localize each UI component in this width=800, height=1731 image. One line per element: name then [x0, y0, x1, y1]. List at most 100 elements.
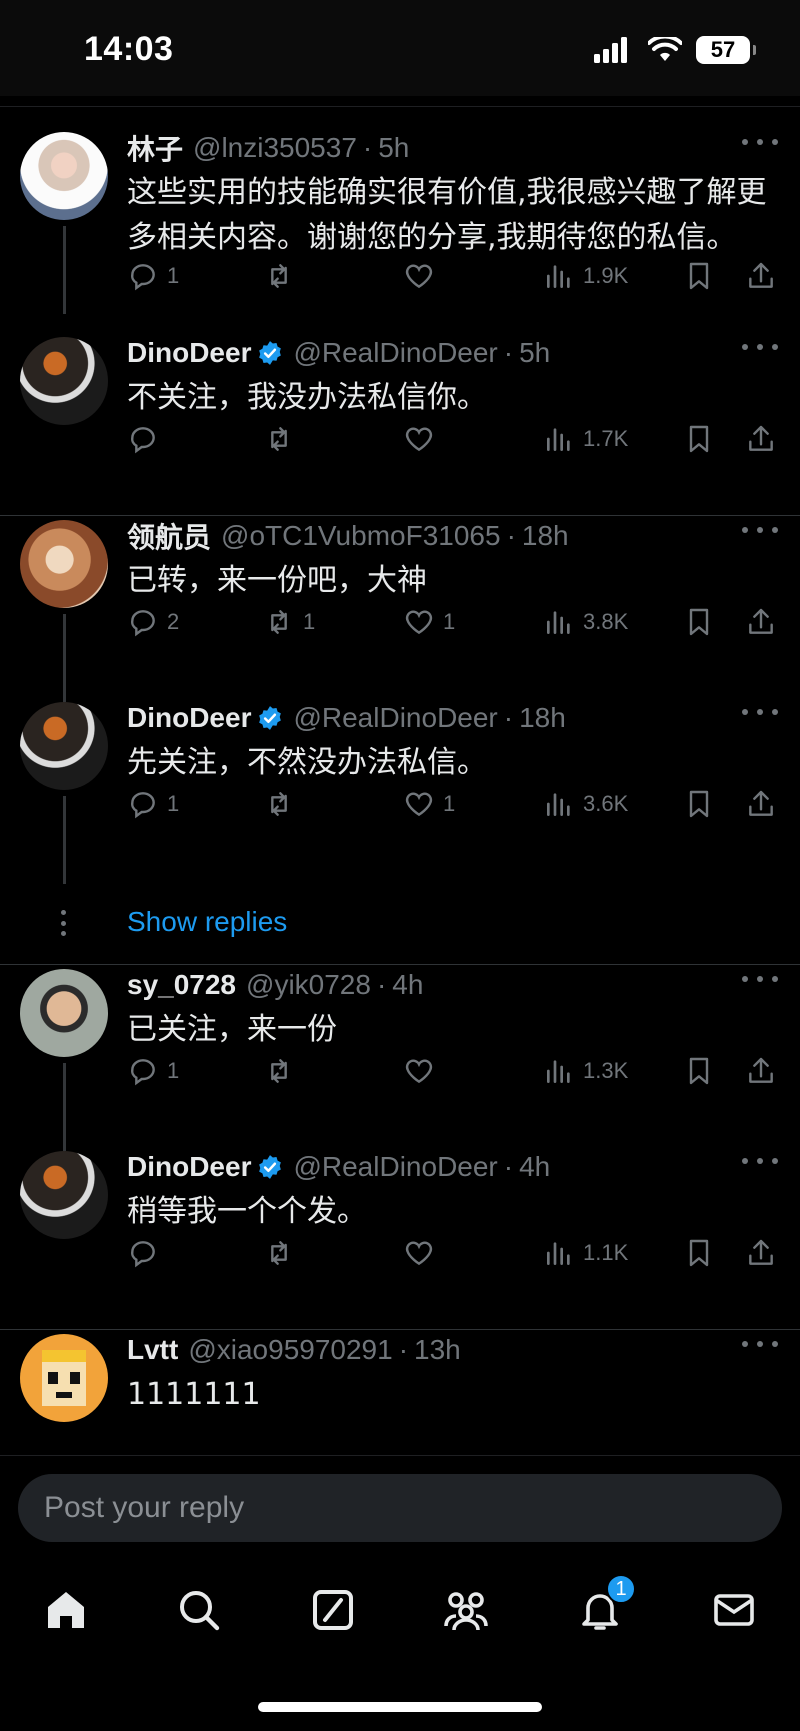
more-options-icon[interactable] [742, 518, 778, 542]
show-replies-link[interactable]: Show replies [127, 906, 287, 938]
like-button[interactable]: 1 [403, 606, 455, 638]
tweet[interactable]: sy_0728 @yik0728 · 4h 已关注，来一份 1 1.3K [0, 945, 800, 1151]
share-button[interactable] [745, 606, 777, 638]
notifications-badge: 1 [606, 1574, 636, 1604]
tab-messages[interactable] [706, 1582, 762, 1638]
avatar[interactable] [20, 1151, 108, 1239]
retweet-button[interactable] [263, 260, 303, 292]
tweet-header: DinoDeer @RealDinoDeer · 18h [127, 698, 720, 738]
share-button[interactable] [745, 260, 777, 292]
user-handle[interactable]: @oTC1VubmoF31065 [221, 520, 501, 552]
reply-button[interactable]: 1 [127, 1055, 179, 1087]
avatar[interactable] [20, 1334, 108, 1422]
views-icon [547, 793, 570, 816]
tweet[interactable]: 领航员 @oTC1VubmoF31065 · 18h 已转，来一份吧，大神 2 … [0, 496, 800, 702]
tweet-header: Lvtt @xiao95970291 · 13h [127, 1330, 720, 1370]
user-handle[interactable]: @xiao95970291 [188, 1334, 392, 1366]
views-button[interactable]: 3.8K [543, 606, 628, 638]
like-button[interactable] [403, 1237, 443, 1269]
avatar[interactable] [20, 337, 108, 425]
tweet[interactable]: 林子 @lnzi350537 · 5h 这些实用的技能确实很有价值,我很感兴趣了… [0, 108, 800, 314]
avatar[interactable] [20, 520, 108, 608]
reply-feed[interactable]: 林子 @lnzi350537 · 5h 这些实用的技能确实很有价值,我很感兴趣了… [0, 108, 800, 1453]
retweet-button[interactable] [263, 423, 303, 455]
tab-communities[interactable] [438, 1582, 494, 1638]
user-handle[interactable]: @RealDinoDeer [293, 1151, 497, 1183]
retweet-button[interactable]: 1 [263, 606, 315, 638]
tweet-text: 1111111 [127, 1377, 261, 1412]
share-button[interactable] [745, 1237, 777, 1269]
reply-button[interactable] [127, 1237, 167, 1269]
views-button[interactable]: 3.6K [543, 788, 628, 820]
avatar[interactable] [20, 969, 108, 1057]
like-button[interactable]: 1 [403, 788, 455, 820]
more-options-icon[interactable] [742, 130, 778, 154]
tweet-text: 已转，来一份吧，大神 [127, 563, 427, 598]
bookmark-button[interactable] [683, 260, 715, 292]
share-button[interactable] [745, 1055, 777, 1087]
user-handle[interactable]: @lnzi350537 [193, 132, 357, 164]
reply-button[interactable] [127, 423, 167, 455]
avatar[interactable] [20, 132, 108, 220]
reply-input[interactable] [18, 1474, 782, 1542]
bookmark-icon [689, 262, 709, 290]
bookmark-button[interactable] [683, 1055, 715, 1087]
user-handle[interactable]: @RealDinoDeer [293, 702, 497, 734]
tweet[interactable]: DinoDeer @RealDinoDeer · 18h 先关注，不然没办法私信… [0, 678, 800, 884]
more-options-icon[interactable] [742, 1149, 778, 1173]
like-icon [405, 610, 433, 635]
more-options-icon[interactable] [742, 700, 778, 724]
more-options-icon[interactable] [742, 335, 778, 359]
display-name[interactable]: DinoDeer [127, 337, 251, 369]
more-options-icon[interactable] [742, 1332, 778, 1356]
separator-dot: · [506, 520, 516, 551]
tab-grok[interactable] [305, 1582, 361, 1638]
bookmark-button[interactable] [683, 1237, 715, 1269]
tab-notifications[interactable]: 1 [572, 1574, 636, 1638]
tweet[interactable]: DinoDeer @RealDinoDeer · 4h 稍等我一个个发。 1.1… [0, 1127, 800, 1309]
views-icon [547, 1242, 570, 1265]
retweet-button[interactable] [263, 1237, 303, 1269]
like-icon [405, 1241, 433, 1266]
like-icon [405, 264, 433, 289]
display-name[interactable]: Lvtt [127, 1334, 178, 1366]
tab-home[interactable] [38, 1582, 94, 1638]
reply-button[interactable]: 1 [127, 260, 179, 292]
views-button[interactable]: 1.1K [543, 1237, 628, 1269]
bookmark-button[interactable] [683, 606, 715, 638]
reply-count: 1 [167, 791, 180, 816]
like-icon [405, 1059, 433, 1084]
views-button[interactable]: 1.9K [543, 260, 628, 292]
display-name[interactable]: DinoDeer [127, 702, 251, 734]
view-count: 3.8K [583, 609, 629, 634]
bookmark-icon [689, 790, 709, 818]
like-button[interactable] [403, 260, 443, 292]
avatar[interactable] [20, 702, 108, 790]
retweet-button[interactable] [263, 788, 303, 820]
verified-badge-icon [259, 1155, 282, 1179]
tweet[interactable]: DinoDeer @RealDinoDeer · 5h 不关注，我没办法私信你。 [0, 313, 800, 495]
like-button[interactable] [403, 1055, 443, 1087]
reply-button[interactable]: 2 [127, 606, 179, 638]
share-button[interactable] [745, 788, 777, 820]
display-name[interactable]: DinoDeer [127, 1151, 251, 1183]
share-button[interactable] [745, 423, 777, 455]
tweet[interactable]: Lvtt @xiao95970291 · 13h 1111111 [0, 1310, 800, 1453]
reply-icon [131, 792, 155, 819]
reply-icon [131, 264, 155, 291]
views-button[interactable]: 1.7K [543, 423, 628, 455]
views-button[interactable]: 1.3K [543, 1055, 628, 1087]
more-options-icon[interactable] [742, 967, 778, 991]
user-handle[interactable]: @RealDinoDeer [293, 337, 497, 369]
reply-button[interactable]: 1 [127, 788, 179, 820]
separator-dot: · [503, 702, 514, 733]
retweet-button[interactable] [263, 1055, 303, 1087]
user-handle[interactable]: @yik0728 [246, 969, 371, 1001]
display-name[interactable]: sy_0728 [127, 969, 236, 1001]
display-name[interactable]: 领航员 [127, 516, 211, 556]
bookmark-button[interactable] [683, 423, 715, 455]
tab-search[interactable] [171, 1582, 227, 1638]
bookmark-button[interactable] [683, 788, 715, 820]
display-name[interactable]: 林子 [127, 128, 183, 168]
like-button[interactable] [403, 423, 443, 455]
